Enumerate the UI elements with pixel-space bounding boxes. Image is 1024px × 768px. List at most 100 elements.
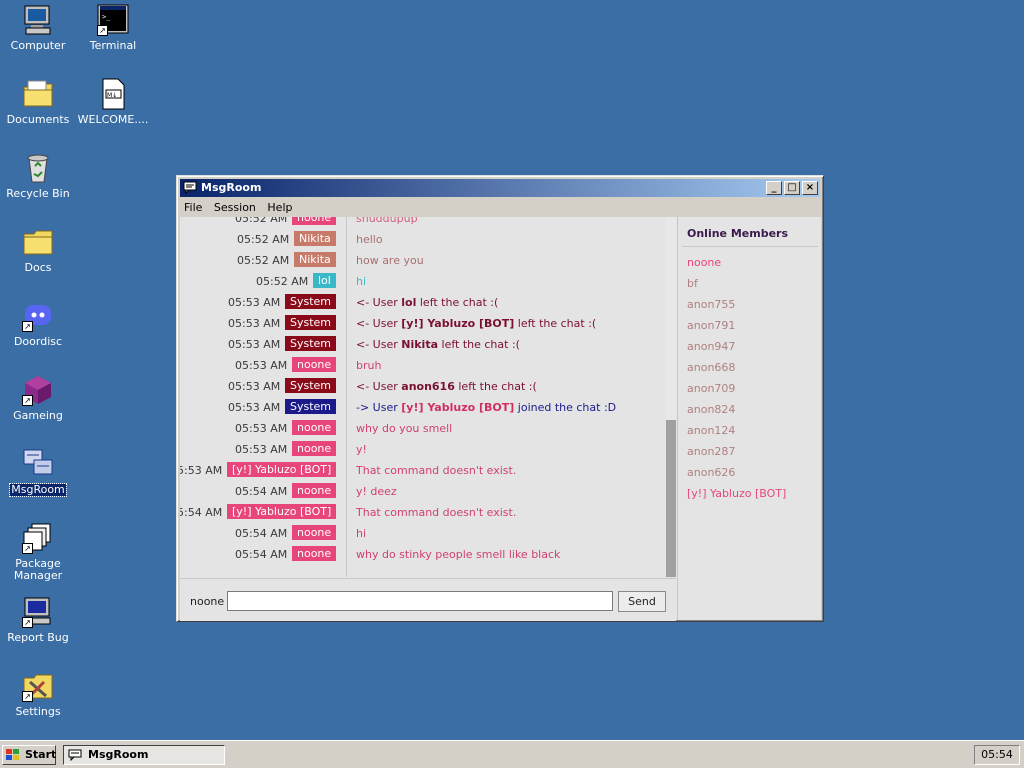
message-text-part: hi xyxy=(356,527,367,540)
chat-log[interactable]: noone 05:52 AM shuddupup Nikita 05:52 AM hell… xyxy=(180,217,676,577)
chat-message-row: noone 05:54 AM hi xyxy=(180,524,666,545)
message-timestamp: 05:53 AM xyxy=(228,380,281,393)
message-author-badge[interactable]: System xyxy=(285,378,337,393)
message-author-badge[interactable]: lol xyxy=(313,273,336,288)
member-list-item[interactable]: noone xyxy=(687,256,721,269)
desktop-icon-msgroom[interactable]: MsgRoom xyxy=(0,448,76,497)
chat-message-row: noone 05:53 AM why do you smell xyxy=(180,419,666,440)
message-author-badge[interactable]: [y!] Yabluzo [BOT] xyxy=(227,504,337,519)
message-text: bruh xyxy=(356,359,381,372)
message-username-mention: anon616 xyxy=(401,380,455,393)
chat-message-row: [y!] Yabluzo [BOT] 05:54 AM That command d… xyxy=(180,503,666,524)
desktop-icon-report-bug[interactable]: ↗ Report Bug xyxy=(0,596,76,644)
minimize-button[interactable]: _ xyxy=(766,181,782,195)
member-list-item[interactable]: anon709 xyxy=(687,382,735,395)
member-list-item[interactable]: anon668 xyxy=(687,361,735,374)
message-timestamp: 05:53 AM xyxy=(235,422,288,435)
message-author-badge[interactable]: System xyxy=(285,294,337,309)
member-list-item[interactable]: bf xyxy=(687,277,698,290)
message-author-badge[interactable]: noone xyxy=(292,357,337,372)
message-author-badge[interactable]: System xyxy=(285,399,337,414)
message-author-badge[interactable]: noone xyxy=(292,525,337,540)
start-button[interactable]: Start xyxy=(2,745,56,765)
message-text-part: <- User xyxy=(356,317,402,330)
close-button[interactable]: × xyxy=(802,181,818,195)
desktop-icon-gameing[interactable]: ↗ Gameing xyxy=(0,374,76,422)
message-text: y! xyxy=(356,443,367,456)
message-timestamp: 05:53 AM xyxy=(235,359,288,372)
member-list-item[interactable]: anon824 xyxy=(687,403,735,416)
start-logo-icon xyxy=(6,749,20,761)
desktop-icon-documents[interactable]: Documents xyxy=(0,78,76,126)
member-list-item[interactable]: anon947 xyxy=(687,340,735,353)
desktop-icon-package-manager[interactable]: ↗ Package Manager xyxy=(0,522,76,582)
maximize-button[interactable]: □ xyxy=(784,181,800,195)
folder-icon xyxy=(22,226,54,258)
message-text: <- User lol left the chat :( xyxy=(356,296,498,309)
cube-icon: ↗ xyxy=(22,374,54,406)
message-username-mention: [y!] Yabluzo [BOT] xyxy=(401,401,515,414)
member-list-item[interactable]: [y!] Yabluzo [BOT] xyxy=(687,487,786,500)
desktop-icon-label: Docs xyxy=(24,261,52,274)
message-text: <- User [y!] Yabluzo [BOT] left the chat… xyxy=(356,317,596,330)
member-list-item[interactable]: anon755 xyxy=(687,298,735,311)
shortcut-arrow-icon: ↗ xyxy=(22,321,33,332)
message-author-badge[interactable]: System xyxy=(285,315,337,330)
chat-message-row: System 05:53 AM -> User [y!] Yabluzo [BOT]… xyxy=(180,398,666,419)
message-text: hi xyxy=(356,275,366,288)
window-titlebar[interactable]: MsgRoom _ □ × xyxy=(180,179,820,197)
message-username-mention: Nikita xyxy=(401,338,439,351)
chat-message-row: [y!] Yabluzo [BOT] 05:53 AM That command d… xyxy=(180,461,666,482)
send-button[interactable]: Send xyxy=(618,591,666,612)
message-text-part: shuddupup xyxy=(356,217,418,225)
message-input[interactable] xyxy=(227,591,613,611)
computer-icon xyxy=(22,4,54,36)
message-timestamp: 05:53 AM xyxy=(228,401,281,414)
member-list-item[interactable]: anon626 xyxy=(687,466,735,479)
member-list-item[interactable]: anon287 xyxy=(687,445,735,458)
message-author-badge[interactable]: Nikita xyxy=(294,231,336,246)
message-author-badge[interactable]: noone xyxy=(292,546,337,561)
message-text: <- User anon616 left the chat :( xyxy=(356,380,537,393)
message-timestamp: 05:52 AM xyxy=(235,217,288,225)
message-text-part: hi xyxy=(356,275,367,288)
message-author-badge[interactable]: System xyxy=(285,336,337,351)
message-text-part: That command doesn't exist. xyxy=(356,506,517,519)
message-text: why do you smell xyxy=(356,422,452,435)
member-list-item[interactable]: anon791 xyxy=(687,319,735,332)
desktop-icon-doordisc[interactable]: ↗ Doordisc xyxy=(0,300,76,348)
message-author-badge[interactable]: noone xyxy=(292,441,337,456)
message-timestamp: 05:53 AM xyxy=(228,296,281,309)
close-icon: × xyxy=(805,182,815,193)
menu-help[interactable]: Help xyxy=(263,199,296,216)
desktop-icon-label: Recycle Bin xyxy=(6,187,70,200)
chat-message-row: System 05:53 AM <- User [y!] Yabluzo [BOT]… xyxy=(180,314,666,335)
member-list-item[interactable]: anon124 xyxy=(687,424,735,437)
msgroom-icon xyxy=(22,448,54,480)
desktop-icon-settings[interactable]: ↗ Settings xyxy=(0,670,76,718)
message-author-badge[interactable]: [y!] Yabluzo [BOT] xyxy=(227,462,337,477)
desktop-icon-recycle-bin[interactable]: Recycle Bin xyxy=(0,152,76,200)
maximize-icon: □ xyxy=(787,182,797,193)
message-text: hello xyxy=(356,233,383,246)
chat-message-row: noone 05:54 AM why do stinky people smell … xyxy=(180,545,666,566)
desktop-icon-docs[interactable]: Docs xyxy=(0,226,76,274)
svg-text:M↓: M↓ xyxy=(107,92,117,99)
chat-scrollbar-thumb[interactable] xyxy=(666,420,676,577)
message-author-badge[interactable]: noone xyxy=(292,217,337,225)
minimize-icon: _ xyxy=(771,182,777,193)
menu-file[interactable]: File xyxy=(180,199,206,216)
desktop-icon-welcome[interactable]: M↓ WELCOME.... xyxy=(75,78,151,126)
taskbar-item-msgroom[interactable]: MsgRoom xyxy=(63,745,225,765)
terminal-icon: >_ ↗ xyxy=(97,4,129,36)
taskbar-item-label: MsgRoom xyxy=(88,748,149,761)
message-text: y! deez xyxy=(356,485,397,498)
message-author-badge[interactable]: Nikita xyxy=(294,252,336,267)
message-text: -> User [y!] Yabluzo [BOT] joined the ch… xyxy=(356,401,616,414)
desktop-icon-terminal[interactable]: >_ ↗ Terminal xyxy=(75,4,151,52)
desktop-icon-computer[interactable]: Computer xyxy=(0,4,76,52)
menu-session[interactable]: Session xyxy=(210,199,260,216)
chat-message-row: Nikita 05:52 AM how are you xyxy=(180,251,666,272)
message-author-badge[interactable]: noone xyxy=(292,420,337,435)
message-author-badge[interactable]: noone xyxy=(292,483,337,498)
